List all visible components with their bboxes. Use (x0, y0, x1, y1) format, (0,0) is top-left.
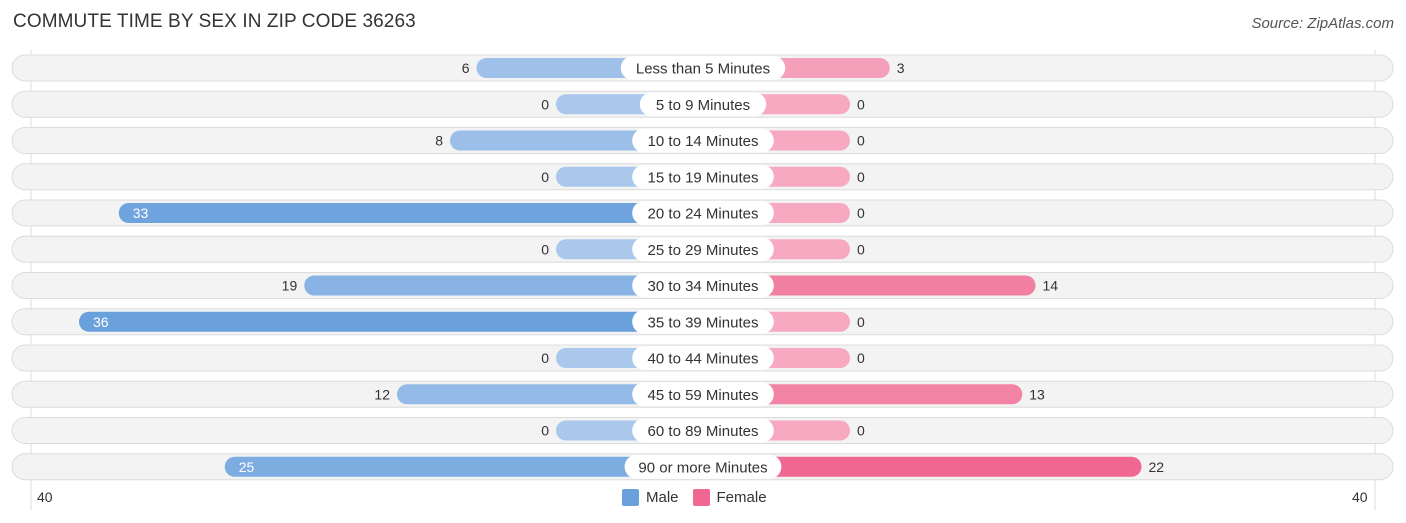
male-value-label: 33 (133, 205, 149, 221)
category-label: 20 to 24 Minutes (648, 206, 759, 223)
chart-canvas: Less than 5 Minutes 6 3 5 to 9 Minutes 0 0 10 … (11, 50, 1394, 510)
legend-label-female: Female (716, 489, 767, 506)
male-value-label: 36 (93, 314, 109, 330)
category-label: 25 to 29 Minutes (648, 242, 759, 259)
female-value-label: 14 (1043, 278, 1059, 294)
category-label: 30 to 34 Minutes (648, 278, 759, 295)
legend-label-male: Male (646, 489, 679, 506)
category-label: 60 to 89 Minutes (648, 423, 759, 440)
male-bar (118, 203, 703, 223)
male-bar (79, 311, 703, 332)
legend-item-male: Male (622, 489, 679, 506)
female-value-label: 0 (857, 314, 865, 330)
legend-swatch-female (692, 489, 710, 506)
category-label: 5 to 9 Minutes (656, 97, 750, 114)
female-value-label: 0 (857, 423, 865, 439)
male-value-label: 6 (462, 60, 470, 76)
category-label: 35 to 39 Minutes (648, 314, 759, 331)
category-label: 45 to 59 Minutes (648, 387, 759, 404)
male-value-label: 0 (541, 423, 549, 439)
axis-label-left: 40 (37, 489, 53, 505)
legend-swatch-male (622, 489, 639, 506)
category-label: 90 or more Minutes (638, 459, 767, 476)
category-label: 10 to 14 Minutes (648, 133, 759, 150)
female-value-label: 13 (1029, 386, 1045, 402)
category-label: 15 to 19 Minutes (648, 169, 759, 186)
female-value-label: 0 (857, 350, 865, 366)
male-value-label: 25 (239, 459, 255, 475)
female-value-label: 0 (857, 133, 865, 149)
female-value-label: 0 (857, 205, 865, 221)
male-value-label: 0 (541, 169, 549, 185)
male-value-label: 0 (541, 96, 549, 112)
category-label: Less than 5 Minutes (636, 61, 770, 78)
female-value-label: 22 (1149, 459, 1165, 475)
male-value-label: 12 (374, 386, 390, 402)
female-value-label: 3 (897, 60, 905, 76)
male-value-label: 0 (541, 350, 549, 366)
legend-item-female: Female (692, 489, 767, 506)
category-label: 40 to 44 Minutes (648, 351, 759, 368)
axis-label-right: 40 (1352, 489, 1368, 505)
female-value-label: 0 (857, 169, 865, 185)
male-value-label: 19 (282, 278, 298, 294)
female-value-label: 0 (857, 96, 865, 112)
legend: Male Female (622, 489, 781, 506)
male-value-label: 8 (435, 133, 443, 149)
female-value-label: 0 (857, 241, 865, 257)
male-value-label: 0 (541, 241, 549, 257)
